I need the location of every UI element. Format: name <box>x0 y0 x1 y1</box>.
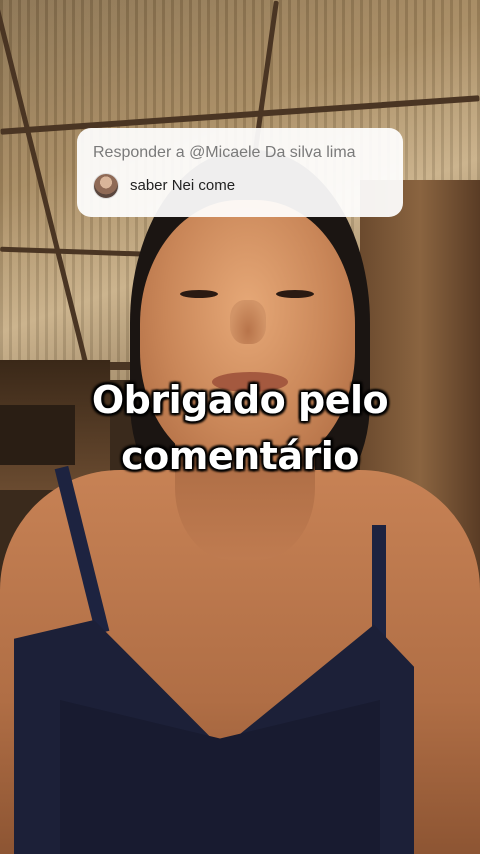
video-caption: Obrigado pelo comentário <box>0 372 480 484</box>
reply-comment-row: saber Nei come <box>93 173 387 199</box>
nose <box>230 300 266 344</box>
caption-line-1: Obrigado pelo <box>91 378 389 422</box>
reply-comment-text: saber Nei come <box>130 177 236 194</box>
left-eye <box>180 290 218 298</box>
right-eye <box>276 290 314 298</box>
reply-comment-bubble[interactable]: Responder a @Micaele Da silva lima saber… <box>77 128 403 217</box>
reply-title: Responder a @Micaele Da silva lima <box>93 144 356 161</box>
avatar-icon <box>93 173 119 199</box>
caption-line-2: comentário <box>121 434 359 478</box>
